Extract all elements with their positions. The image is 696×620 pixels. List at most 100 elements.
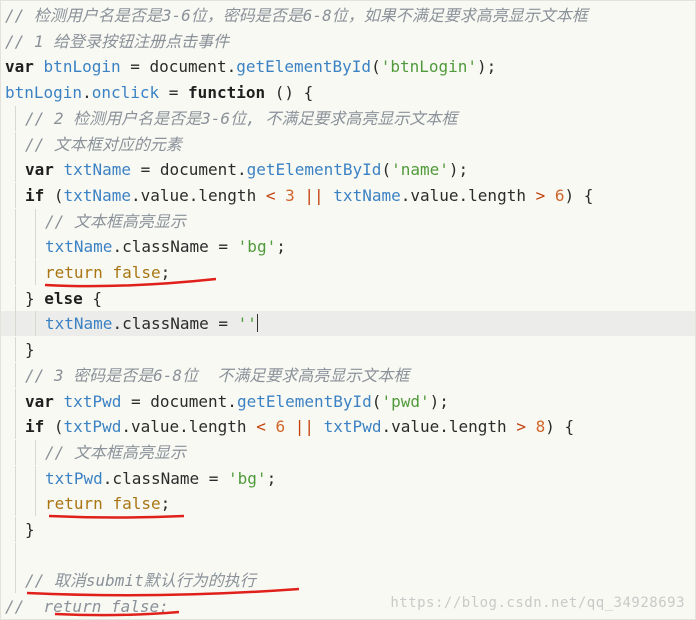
code-line-content: // return false; bbox=[5, 594, 169, 619]
indent-guide bbox=[15, 157, 16, 183]
code-line[interactable]: // 文本框对应的元素 bbox=[1, 131, 695, 157]
code-token: if bbox=[25, 417, 45, 437]
code-line-content: // 1 给登录按钮注册点击事件 bbox=[5, 29, 229, 54]
code-token: 6 bbox=[554, 185, 565, 205]
code-token: if bbox=[25, 185, 45, 205]
code-token: // 文本框高亮显示 bbox=[45, 442, 186, 462]
code-token: return bbox=[45, 263, 103, 282]
indent-guide bbox=[15, 465, 16, 491]
code-line-content: return false; bbox=[45, 491, 170, 516]
code-token: function bbox=[188, 83, 266, 103]
code-line-content: // 检测用户名是否是3-6位，密码是否是6-8位，如果不满足要求高亮显示文本框 bbox=[5, 3, 588, 28]
code-token: txtName bbox=[63, 160, 131, 180]
code-token: txtName bbox=[45, 237, 113, 257]
code-line[interactable]: btnLogin.onclick = function () { bbox=[1, 80, 695, 105]
code-token: false bbox=[112, 263, 161, 282]
code-line[interactable]: } bbox=[1, 337, 695, 363]
code-line-content: if (txtName.value.length < 3 || txtName.… bbox=[25, 183, 593, 208]
code-token: = bbox=[159, 83, 189, 103]
code-line-content: var txtName = document.getElementById('n… bbox=[25, 157, 468, 182]
code-line[interactable]: // 1 给登录按钮注册点击事件 bbox=[1, 29, 695, 54]
code-token: .className = bbox=[112, 237, 238, 257]
code-token: ) { bbox=[564, 185, 594, 205]
code-line[interactable]: var btnLogin = document.getElementById('… bbox=[1, 54, 695, 79]
code-token: || bbox=[294, 417, 315, 437]
code-token: // 3 密码是否是6-8位 不满足要求高亮显示文本框 bbox=[25, 365, 410, 385]
code-token: txtPwd bbox=[63, 417, 122, 437]
code-line[interactable]: var txtName = document.getElementById('n… bbox=[1, 157, 695, 183]
code-line[interactable]: if (txtName.value.length < 3 || txtName.… bbox=[1, 182, 695, 208]
code-line[interactable]: txtName.className = '' bbox=[1, 311, 695, 337]
code-line[interactable]: txtName.className = 'bg'; bbox=[1, 234, 695, 260]
code-line[interactable]: // 文本框高亮显示 bbox=[1, 208, 695, 234]
code-line-content: // 文本框高亮显示 bbox=[45, 209, 186, 234]
code-token: btnLogin bbox=[5, 83, 83, 103]
indent-guide bbox=[15, 439, 16, 465]
code-token: .value.length bbox=[130, 185, 266, 205]
code-token: ); bbox=[477, 57, 497, 77]
code-line[interactable]: return false; bbox=[1, 491, 695, 517]
watermark: https://blog.csdn.net/qq_34928693 bbox=[390, 595, 685, 611]
code-token: . bbox=[82, 83, 92, 103]
code-token: .className = bbox=[102, 468, 229, 488]
code-token: } bbox=[25, 288, 45, 308]
code-token: // 2 检测用户名是否是3-6位, 不满足要求高亮显示文本框 bbox=[25, 108, 458, 128]
indent-guide bbox=[35, 260, 36, 285]
code-token: // 取消submit默认行为的执行 bbox=[25, 571, 256, 591]
code-line-content: txtName.className = '' bbox=[45, 311, 258, 336]
code-line[interactable]: // 检测用户名是否是3-6位，密码是否是6-8位，如果不满足要求高亮显示文本框 bbox=[1, 3, 695, 28]
code-token: 'btnLogin' bbox=[380, 57, 478, 77]
code-line-content: // 文本框高亮显示 bbox=[45, 440, 186, 465]
code-token: ); bbox=[429, 391, 449, 411]
code-line[interactable]: var txtPwd = document.getElementById('pw… bbox=[1, 388, 695, 414]
code-token: getElementById bbox=[246, 160, 382, 180]
code-token: ( bbox=[381, 160, 392, 180]
code-line[interactable]: } else { bbox=[1, 285, 695, 311]
indent-guide bbox=[15, 285, 16, 311]
code-token: 3 bbox=[285, 185, 295, 205]
indent-guide bbox=[35, 491, 36, 517]
code-token: () { bbox=[265, 83, 314, 103]
code-line[interactable]: // 3 密码是否是6-8位 不满足要求高亮显示文本框 bbox=[1, 362, 695, 388]
code-token: // 文本框对应的元素 bbox=[25, 134, 182, 154]
code-token: var bbox=[25, 160, 54, 180]
code-line[interactable] bbox=[1, 542, 695, 568]
code-line[interactable]: // 2 检测用户名是否是3-6位, 不满足要求高亮显示文本框 bbox=[1, 105, 695, 131]
indent-guide bbox=[15, 182, 16, 208]
code-editor[interactable]: // 检测用户名是否是3-6位，密码是否是6-8位，如果不满足要求高亮显示文本框… bbox=[0, 0, 696, 620]
code-token: ; bbox=[160, 263, 171, 282]
code-token: .className = bbox=[112, 314, 238, 334]
code-token: // 文本框高亮显示 bbox=[45, 211, 186, 231]
code-token: // 1 给登录按钮注册点击事件 bbox=[5, 31, 230, 51]
code-line[interactable]: txtPwd.className = 'bg'; bbox=[1, 465, 695, 491]
code-line[interactable]: return false; bbox=[1, 260, 695, 285]
code-line-content: txtPwd.className = 'bg'; bbox=[45, 466, 276, 491]
code-line-content: // 2 检测用户名是否是3-6位, 不满足要求高亮显示文本框 bbox=[25, 106, 457, 131]
code-token: getElementById bbox=[236, 391, 372, 411]
code-line[interactable]: // 文本框高亮显示 bbox=[1, 439, 695, 465]
indent-guide bbox=[35, 208, 36, 234]
code-line[interactable]: if (txtPwd.value.length < 6 || txtPwd.va… bbox=[1, 414, 695, 440]
code-line[interactable]: } bbox=[1, 517, 695, 542]
code-token: var bbox=[5, 57, 34, 77]
indent-guide bbox=[15, 260, 16, 285]
indent-guide bbox=[15, 234, 16, 260]
indent-guide bbox=[35, 234, 36, 260]
code-token: ; bbox=[266, 468, 277, 488]
code-token: .value.length bbox=[400, 185, 536, 205]
code-token: ( bbox=[371, 57, 381, 77]
code-token: 'bg' bbox=[237, 237, 277, 257]
indent-guide bbox=[15, 105, 16, 131]
code-token: false bbox=[112, 494, 161, 514]
code-line[interactable]: // 取消submit默认行为的执行 bbox=[1, 568, 695, 594]
code-line-content: } bbox=[25, 517, 35, 542]
code-token: txtPwd bbox=[323, 417, 382, 437]
